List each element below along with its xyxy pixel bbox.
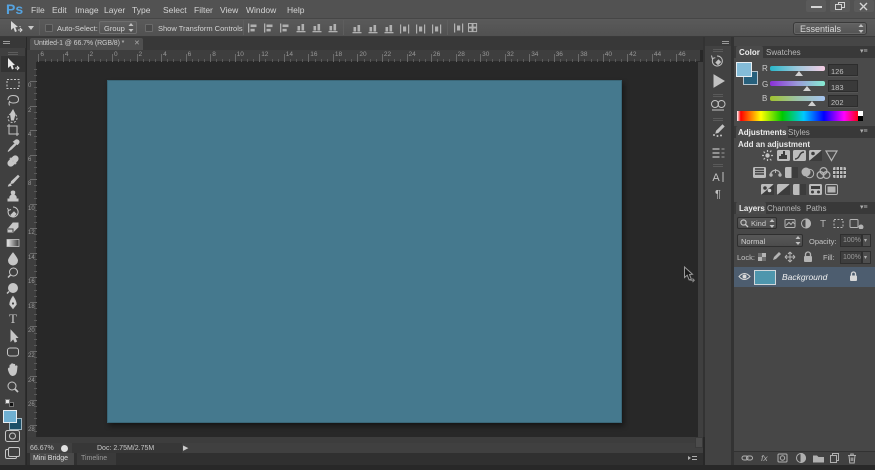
svg-text:T: T xyxy=(9,311,17,326)
svg-text:T: T xyxy=(820,219,826,229)
svg-text:A: A xyxy=(712,172,720,184)
svg-text:¶: ¶ xyxy=(715,189,721,201)
svg-text:fx: fx xyxy=(761,453,768,463)
